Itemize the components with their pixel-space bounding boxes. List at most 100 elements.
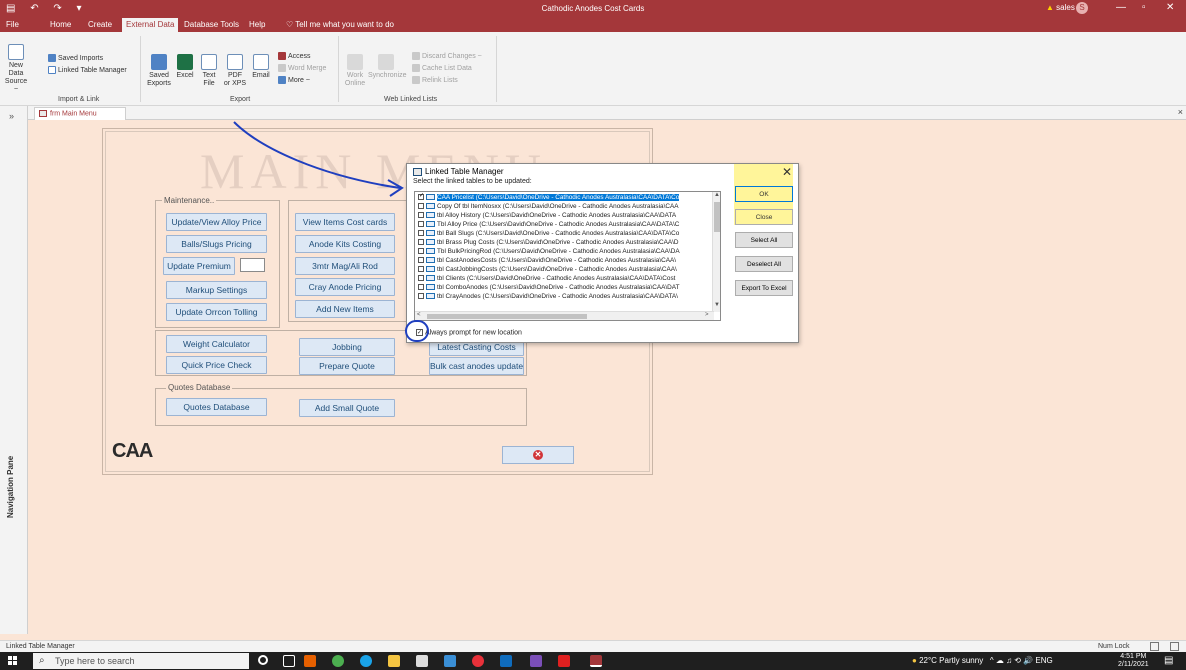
store-icon[interactable]	[416, 655, 428, 667]
taskbar-search-input[interactable]: ⌕ Type here to search	[33, 653, 249, 669]
saved-exports-button[interactable]: Saved Exports	[146, 54, 172, 88]
update-alloy-price-button[interactable]: Update/View Alloy Price	[166, 213, 267, 231]
expand-chevron-icon[interactable]: »	[9, 111, 14, 121]
export-email-button[interactable]: Email	[250, 54, 272, 80]
quotes-database-button[interactable]: Quotes Database	[166, 398, 267, 416]
saved-imports-button[interactable]: Saved Imports	[48, 54, 103, 64]
avatar[interactable]: S	[1076, 2, 1088, 14]
list-item[interactable]: tbl CastAnodesCosts (C:\Users\David\OneD…	[418, 257, 676, 265]
weight-calculator-button[interactable]: Weight Calculator	[166, 335, 267, 353]
app-icon[interactable]	[530, 655, 542, 667]
list-checkbox[interactable]	[418, 230, 424, 237]
list-item[interactable]: CAA Pricelist (C:\Users\David\OneDrive -…	[418, 194, 680, 202]
linked-tables-list[interactable]: CAA Pricelist (C:\Users\David\OneDrive -…	[414, 191, 721, 321]
close-document-icon[interactable]: ×	[1178, 107, 1183, 117]
anode-kits-costing-button[interactable]: Anode Kits Costing	[295, 235, 395, 253]
clock[interactable]: 4:51 PM 2/11/2021	[1118, 653, 1149, 669]
tab-file[interactable]: File	[6, 20, 19, 29]
tab-home[interactable]: Home	[50, 20, 71, 29]
list-checkbox[interactable]	[418, 284, 424, 291]
tab-help[interactable]: Help	[249, 20, 265, 29]
design-view-icon[interactable]	[1170, 642, 1179, 651]
list-checkbox[interactable]	[418, 194, 424, 201]
bulk-cast-anodes-update-button[interactable]: Bulk cast anodes update	[429, 357, 524, 375]
scroll-right-icon[interactable]: >	[705, 312, 709, 318]
tab-create[interactable]: Create	[88, 20, 112, 29]
tab-database-tools[interactable]: Database Tools	[184, 20, 239, 29]
prepare-quote-button[interactable]: Prepare Quote	[299, 357, 395, 375]
scroll-up-icon[interactable]: ▲	[714, 192, 720, 198]
add-new-items-button[interactable]: Add New Items	[295, 300, 395, 318]
export-text-file-button[interactable]: Text File	[199, 54, 219, 88]
cortana-icon[interactable]	[258, 655, 268, 665]
select-all-button[interactable]: Select All	[735, 232, 793, 248]
list-checkbox[interactable]	[418, 221, 424, 228]
notifications-icon[interactable]: ▤	[1164, 655, 1173, 666]
jobbing-button[interactable]: Jobbing	[299, 338, 395, 356]
file-explorer-icon[interactable]	[388, 655, 400, 667]
list-checkbox[interactable]	[418, 266, 424, 273]
task-view-icon[interactable]	[283, 655, 295, 667]
list-checkbox[interactable]	[418, 248, 424, 255]
system-tray[interactable]: ● 22°C Partly sunny ^ ☁ ♫ ⟲ 🔊 ENG	[912, 656, 1053, 665]
scroll-left-icon[interactable]: <	[417, 312, 421, 318]
youtube-icon[interactable]	[558, 655, 570, 667]
edge-icon[interactable]	[360, 655, 372, 667]
navigation-pane[interactable]: » Navigation Pane	[0, 106, 28, 634]
vertical-scrollbar[interactable]: ▲ ▼	[712, 192, 720, 312]
outlook-icon[interactable]	[500, 655, 512, 667]
opera-icon[interactable]	[472, 655, 484, 667]
horizontal-scrollbar[interactable]: < >	[415, 311, 714, 320]
list-item[interactable]: Tbl BulkPricingRod (C:\Users\David\OneDr…	[418, 248, 680, 256]
synchronize-button[interactable]: Synchronize	[368, 54, 407, 80]
list-item[interactable]: tbl Ball Slugs (C:\Users\David\OneDrive …	[418, 230, 679, 238]
export-access-button[interactable]: Access	[278, 52, 311, 62]
export-more-button[interactable]: More ~	[278, 76, 310, 86]
dialog-close-icon[interactable]: ✕	[782, 165, 792, 179]
list-item[interactable]: tbl Brass Plug Costs (C:\Users\David\One…	[418, 239, 679, 247]
windows-start-icon[interactable]	[8, 656, 18, 666]
list-item[interactable]: Copy Of tbl ItemNosxx (C:\Users\David\On…	[418, 203, 679, 211]
update-premium-button[interactable]: Update Premium	[163, 257, 235, 275]
balls-slugs-pricing-button[interactable]: Balls/Slugs Pricing	[166, 235, 267, 253]
list-item[interactable]: Tbl Alloy Price (C:\Users\David\OneDrive…	[418, 221, 679, 229]
scroll-thumb[interactable]	[427, 314, 587, 319]
discard-changes-button[interactable]: Discard Changes ~	[412, 52, 482, 62]
premium-input[interactable]	[240, 258, 265, 272]
scroll-thumb[interactable]	[714, 202, 720, 232]
export-to-excel-button[interactable]: Export To Excel	[735, 280, 793, 296]
add-small-quote-button[interactable]: Add Small Quote	[299, 399, 395, 417]
update-orrcon-tolling-button[interactable]: Update Orrcon Tolling	[166, 303, 267, 321]
firefox-icon[interactable]	[304, 655, 316, 667]
cray-anode-pricing-button[interactable]: Cray Anode Pricing	[295, 278, 395, 296]
form-view-icon[interactable]	[1150, 642, 1159, 651]
list-item[interactable]: tbl CrayAnodes (C:\Users\David\OneDrive …	[418, 293, 678, 301]
doc-tab-main-menu[interactable]: frm Main Menu	[34, 107, 126, 120]
list-checkbox[interactable]	[418, 293, 424, 300]
list-checkbox[interactable]	[418, 203, 424, 210]
work-online-button[interactable]: Work Online	[344, 54, 366, 88]
tray-icons[interactable]: ^ ☁ ♫ ⟲ 🔊	[990, 656, 1033, 665]
export-pdf-button[interactable]: PDF or XPS	[222, 54, 248, 88]
export-excel-button[interactable]: Excel	[174, 54, 196, 80]
list-checkbox[interactable]	[418, 212, 424, 219]
close-button[interactable]: Close	[735, 209, 793, 225]
access-taskbar-icon[interactable]	[590, 655, 602, 667]
markup-settings-button[interactable]: Markup Settings	[166, 281, 267, 299]
list-checkbox[interactable]	[418, 275, 424, 282]
relink-lists-button[interactable]: Relink Lists	[412, 76, 458, 86]
language-indicator[interactable]: ENG	[1035, 656, 1052, 665]
list-item[interactable]: tbl Alloy History (C:\Users\David\OneDri…	[418, 212, 676, 220]
list-item[interactable]: tbl CastJobbingCosts (C:\Users\David\One…	[418, 266, 677, 274]
minimize-button[interactable]: —	[1116, 2, 1126, 13]
list-item[interactable]: tbl ComboAnodes (C:\Users\David\OneDrive…	[418, 284, 679, 292]
view-items-cost-cards-button[interactable]: View Items Cost cards	[295, 213, 395, 231]
restore-button[interactable]: ▫	[1142, 2, 1146, 13]
deselect-all-button[interactable]: Deselect All	[735, 256, 793, 272]
list-item[interactable]: tbl Clients (C:\Users\David\OneDrive - C…	[418, 275, 675, 283]
always-prompt-option[interactable]: ✓ Always prompt for new location	[416, 329, 522, 336]
list-checkbox[interactable]	[418, 257, 424, 264]
chrome-icon[interactable]	[332, 655, 344, 667]
word-merge-button[interactable]: Word Merge	[278, 64, 326, 74]
new-data-source-button[interactable]: New Data Source ~	[2, 44, 30, 94]
